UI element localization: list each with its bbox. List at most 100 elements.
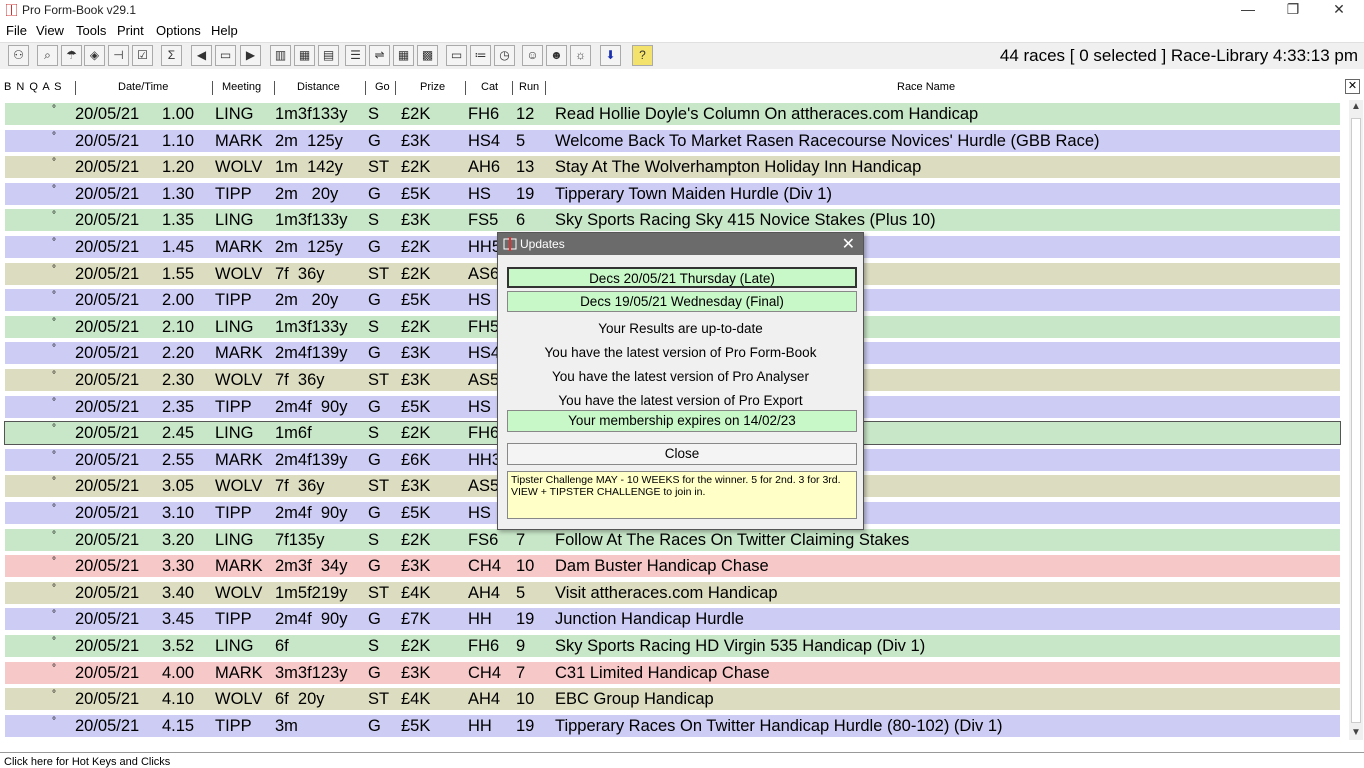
menu-view[interactable]: View (36, 23, 64, 38)
person-icon[interactable]: ☺ (522, 45, 543, 66)
help-icon[interactable]: ? (632, 45, 653, 66)
decs-final-button[interactable]: Decs 19/05/21 Wednesday (Final) (507, 291, 857, 312)
people-icon[interactable]: ☻ (546, 45, 567, 66)
cell-cat: HS4 (468, 344, 501, 363)
pin-icon[interactable]: ⊣ (108, 45, 129, 66)
table-row[interactable]: ° 20/05/21 3.52 LING 6f S £2K FH6 9 Sky Sports Ra… (5, 635, 1340, 657)
dialog-close-icon[interactable]: ✕ (842, 234, 855, 254)
download-arrow-icon[interactable]: ⬇ (600, 45, 621, 66)
menu-file[interactable]: File (6, 23, 27, 38)
close-list-icon[interactable]: ✕ (1345, 79, 1360, 94)
cell-go: ST (368, 690, 390, 709)
sigma-icon[interactable]: Σ (161, 45, 182, 66)
col-meeting[interactable]: Meeting (222, 81, 261, 93)
menu-print[interactable]: Print (117, 23, 144, 38)
restore-button[interactable]: ❐ (1270, 0, 1316, 20)
cell-meeting: WOLV (215, 158, 263, 177)
formbook-status: You have the latest version of Pro Form-… (544, 345, 817, 360)
cell-prize: £5K (401, 291, 431, 310)
grid-2-icon[interactable]: ▦ (294, 45, 315, 66)
cell-race-name: Tipperary Town Maiden Hurdle (Div 1) (555, 184, 832, 203)
row-flag-icon: ° (52, 396, 56, 408)
table-row[interactable]: ° 20/05/21 1.35 LING 1m3f133y S £3K FS5 6 Sky Spo… (5, 209, 1340, 232)
col-prize[interactable]: Prize (420, 81, 445, 93)
cell-time: 4.00 (162, 663, 195, 682)
scroll-thumb[interactable] (1351, 118, 1361, 723)
cell-time: 4.10 (162, 690, 195, 709)
col-datetime[interactable]: Date/Time (118, 81, 168, 93)
cell-prize: £5K (401, 397, 431, 416)
table-row[interactable]: ° 20/05/21 4.00 MARK 3m3f123y G £3K CH4 7 C31 Lim… (5, 661, 1340, 684)
umbrella-icon[interactable]: ☂ (61, 45, 82, 66)
row-flag-icon: ° (52, 636, 56, 647)
forward-icon[interactable]: ▶ (240, 45, 261, 66)
grid-5-icon[interactable]: ▩ (417, 45, 438, 66)
col-distance[interactable]: Distance (297, 81, 340, 93)
table-row[interactable]: ° 20/05/21 1.30 TIPP 2m 20y G £5K HS 19 Tipperary… (5, 182, 1340, 205)
magnifier-icon[interactable]: ⌕ (37, 45, 58, 66)
cell-time: 2.30 (162, 371, 195, 389)
cell-distance: 2m3f 34y (275, 557, 348, 576)
grid-4-icon[interactable]: ▦ (393, 45, 414, 66)
menu-tools[interactable]: Tools (76, 23, 106, 38)
table-row[interactable]: ° 20/05/21 3.20 LING 7f135y S £2K FS6 7 Follow At… (5, 528, 1340, 551)
footer-bar[interactable]: Click here for Hot Keys and Clicks (0, 752, 1364, 768)
row-flag-icon: ° (52, 316, 56, 328)
stopwatch-icon[interactable]: ◷ (494, 45, 515, 66)
col-racename[interactable]: Race Name (897, 81, 955, 93)
vertical-scrollbar[interactable]: ▲ ▼ (1349, 100, 1363, 740)
table-row[interactable]: ° 20/05/21 3.30 MARK 2m3f 34y G £3K CH4 10 Dam Bu… (5, 555, 1340, 578)
cell-race-name: Sky Sports Racing HD Virgin 535 Handicap… (555, 637, 926, 655)
grid-1-icon[interactable]: ▥ (270, 45, 291, 66)
cell-cat: FH6 (468, 105, 500, 123)
col-go[interactable]: Go (375, 81, 390, 93)
menu-help[interactable]: Help (211, 23, 238, 38)
cell-prize: £7K (401, 610, 431, 629)
scroll-up-icon[interactable]: ▲ (1349, 100, 1363, 114)
table-row[interactable]: ° 20/05/21 1.00 LING 1m3f133y S £2K FH6 12 Read H… (5, 103, 1340, 125)
cell-distance: 3m (275, 716, 298, 735)
decs-late-button[interactable]: Decs 20/05/21 Thursday (Late) (507, 267, 857, 288)
cell-go: ST (368, 477, 390, 496)
app-icon (6, 4, 17, 16)
cell-run: 19 (516, 184, 535, 203)
cell-cat: FH6 (468, 424, 500, 443)
binoculars-icon[interactable]: ⚇ (8, 45, 29, 66)
membership-button[interactable]: Your membership expires on 14/02/23 (507, 410, 857, 432)
row-flag-icon: ° (52, 609, 56, 621)
scroll-down-icon[interactable]: ▼ (1349, 726, 1363, 740)
cell-distance: 1m6f (275, 424, 312, 443)
cell-time: 2.00 (162, 291, 195, 310)
cell-meeting: MARK (215, 557, 263, 576)
back-icon[interactable]: ◀ (191, 45, 212, 66)
table-row[interactable]: ° 20/05/21 1.20 WOLV 1m 142y ST £2K AH6 13 Stay A… (5, 156, 1340, 179)
table-row[interactable]: ° 20/05/21 4.10 WOLV 6f 20y ST £4K AH4 10 EBC Gro… (5, 688, 1340, 711)
col-cat[interactable]: Cat (481, 81, 498, 93)
list-2-icon[interactable]: ⇌ (369, 45, 390, 66)
cell-meeting: TIPP (215, 610, 252, 629)
folder-icon[interactable]: ▭ (446, 45, 467, 66)
lightbulb-icon[interactable]: ☼ (570, 45, 591, 66)
grid-3-icon[interactable]: ▤ (318, 45, 339, 66)
dialog-close-button[interactable]: Close (507, 443, 857, 465)
hotkeys-link[interactable]: Click here for Hot Keys and Clicks (4, 756, 170, 768)
table-row[interactable]: ° 20/05/21 4.15 TIPP 3m G £5K HH 19 Tipperary Rac… (5, 714, 1340, 737)
cell-time: 1.20 (162, 158, 195, 177)
open-folder-icon[interactable]: ▭ (215, 45, 236, 66)
checklist-icon[interactable]: ≔ (470, 45, 491, 66)
cell-cat: FS6 (468, 530, 499, 549)
menu-options[interactable]: Options (156, 23, 201, 38)
minimize-button[interactable]: — (1225, 0, 1271, 20)
cell-go: G (368, 344, 381, 363)
table-row[interactable]: ° 20/05/21 1.10 MARK 2m 125y G £3K HS4 5 Welcome … (5, 129, 1340, 152)
close-window-button[interactable]: ✕ (1316, 0, 1362, 20)
cell-race-name: Welcome Back To Market Rasen Racecourse … (555, 131, 1100, 150)
checkbox-icon[interactable]: ☑ (132, 45, 153, 66)
table-row[interactable]: ° 20/05/21 3.45 TIPP 2m4f 90y G £7K HH 19 Junctio… (5, 608, 1340, 631)
eraser-icon[interactable]: ◈ (84, 45, 105, 66)
table-row[interactable]: ° 20/05/21 3.40 WOLV 1m5f219y ST £4K AH4 5 Visit … (5, 581, 1340, 604)
col-flags[interactable]: B N Q A S (4, 81, 63, 93)
col-run[interactable]: Run (519, 81, 539, 93)
list-1-icon[interactable]: ☰ (345, 45, 366, 66)
cell-prize: £2K (401, 105, 431, 123)
